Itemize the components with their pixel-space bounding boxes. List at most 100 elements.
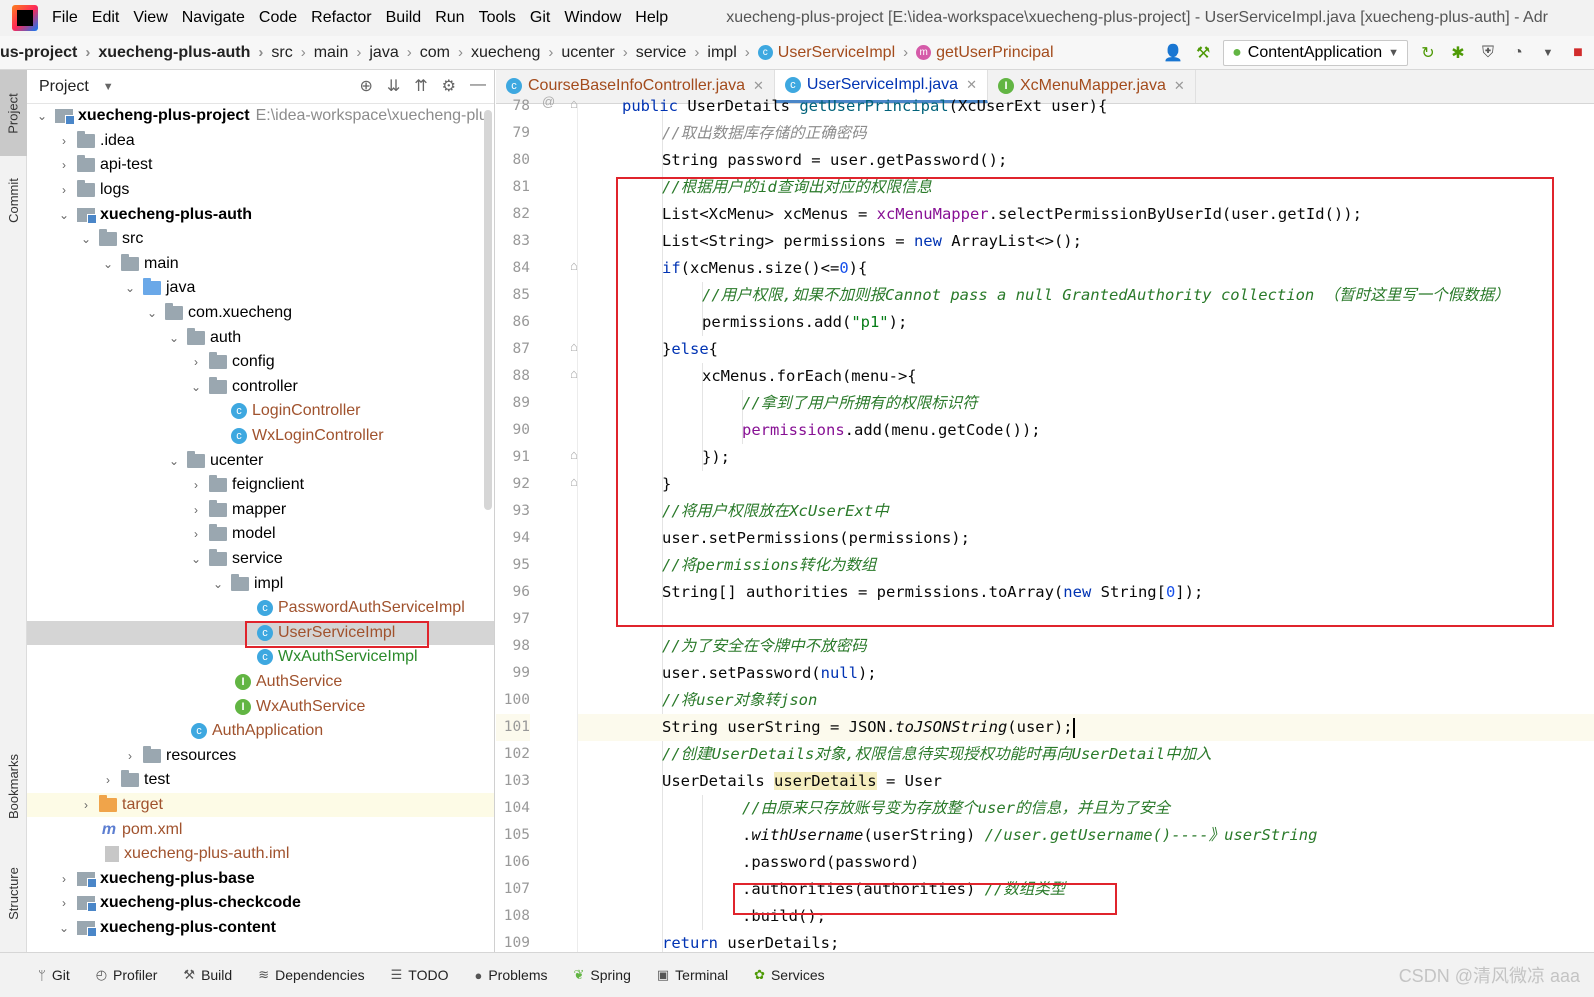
tree-item-test[interactable]: › test <box>27 768 494 793</box>
chevron-right-icon[interactable]: › <box>189 503 203 517</box>
tree-item-ucenter[interactable]: ⌄ ucenter <box>27 448 494 473</box>
chevron-right-icon[interactable]: › <box>57 183 71 197</box>
tree-item-logs[interactable]: › logs <box>27 178 494 203</box>
tree-item-login-controller[interactable]: c LoginController <box>27 399 494 424</box>
chevron-down-icon[interactable]: ⌄ <box>101 257 115 271</box>
commit-tool-tab[interactable]: Commit <box>0 162 27 238</box>
chevron-down-icon[interactable]: ▼ <box>103 81 114 93</box>
code-area[interactable]: public UserDetails getUserPrincipal(XcUs… <box>578 97 1594 952</box>
tree-item-pom-xml[interactable]: m pom.xml <box>27 817 494 842</box>
chevron-down-icon[interactable]: ⌄ <box>189 380 203 394</box>
breadcrumb-main[interactable]: main › <box>314 44 370 62</box>
tree-item-user-service-impl[interactable]: c UserServiceImpl <box>27 620 494 646</box>
close-icon[interactable]: ✕ <box>753 78 764 94</box>
debug-icon[interactable]: ✱ <box>1448 43 1468 63</box>
chevron-right-icon[interactable]: › <box>57 134 71 148</box>
bookmarks-tool-tab[interactable]: Bookmarks <box>0 738 27 834</box>
chevron-right-icon[interactable]: › <box>189 478 203 492</box>
tree-item-idea[interactable]: › .idea <box>27 129 494 154</box>
chevron-down-icon[interactable]: ⌄ <box>167 454 181 468</box>
run-configuration-select[interactable]: ● ContentApplication ▼ <box>1223 40 1408 66</box>
expand-all-icon[interactable]: ⇊ <box>387 76 400 96</box>
menu-navigate[interactable]: Navigate <box>182 9 245 27</box>
tree-item-resources[interactable]: › resources <box>27 744 494 769</box>
project-panel-title[interactable]: Project <box>39 78 89 96</box>
fold-icon[interactable]: ⌂ <box>570 447 578 462</box>
hide-icon[interactable]: — <box>470 76 486 96</box>
more-run-icon[interactable]: ▼ <box>1538 43 1558 63</box>
chevron-right-icon[interactable]: › <box>123 749 137 763</box>
breadcrumb-xuecheng[interactable]: xuecheng › <box>471 44 561 62</box>
fold-icon[interactable]: ⌂ <box>570 366 578 381</box>
tree-item-config[interactable]: › config <box>27 350 494 375</box>
tree-item-mapper[interactable]: › mapper <box>27 498 494 523</box>
chevron-down-icon[interactable]: ⌄ <box>211 577 225 591</box>
breadcrumb-class[interactable]: c UserServiceImpl › <box>757 44 916 62</box>
breadcrumb-src[interactable]: src › <box>271 44 313 62</box>
override-marker-icon[interactable]: @ <box>542 94 555 109</box>
stop-icon[interactable]: ■ <box>1568 43 1588 63</box>
tree-item-project-root[interactable]: ⌄ xuecheng-plus-project E:\idea-workspace… <box>27 104 494 129</box>
tree-item-feignclient[interactable]: › feignclient <box>27 473 494 498</box>
breadcrumb-service[interactable]: service › <box>636 44 708 62</box>
chevron-right-icon[interactable]: › <box>189 527 203 541</box>
tree-item-auth-application[interactable]: c AuthApplication <box>27 719 494 744</box>
fold-icon[interactable]: ⌂ <box>570 258 578 273</box>
collapse-all-icon[interactable]: ⇈ <box>414 76 427 96</box>
chevron-down-icon[interactable]: ⌄ <box>57 208 71 222</box>
tree-item-target[interactable]: › target <box>27 792 494 818</box>
fold-icon[interactable]: ⌂ <box>570 339 578 354</box>
chevron-down-icon[interactable]: ⌄ <box>35 109 49 123</box>
breadcrumb-module[interactable]: xuecheng-plus-auth › <box>98 44 271 62</box>
menu-code[interactable]: Code <box>259 9 297 27</box>
tree-item-base-module[interactable]: › xuecheng-plus-base <box>27 867 494 892</box>
close-icon[interactable]: ✕ <box>966 77 977 93</box>
tree-item-auth[interactable]: ⌄ auth <box>27 325 494 350</box>
menu-help[interactable]: Help <box>635 9 668 27</box>
menu-window[interactable]: Window <box>564 9 621 27</box>
tree-item-wx-login-controller[interactable]: c WxLoginController <box>27 424 494 449</box>
menu-refactor[interactable]: Refactor <box>311 9 371 27</box>
fold-icon[interactable]: ⌂ <box>570 96 578 111</box>
todo-tool-button[interactable]: ☰ TODO <box>391 967 449 983</box>
breadcrumb-com[interactable]: com › <box>420 44 471 62</box>
breadcrumb-method[interactable]: m getUserPrincipal <box>916 44 1054 62</box>
chevron-right-icon[interactable]: › <box>57 896 71 910</box>
tree-item-wx-auth-service[interactable]: I WxAuthService <box>27 694 494 719</box>
rerun-icon[interactable]: ↻ <box>1418 43 1438 63</box>
chevron-down-icon[interactable]: ⌄ <box>167 331 181 345</box>
tree-item-src[interactable]: ⌄ src <box>27 227 494 252</box>
fold-icon[interactable]: ⌂ <box>570 474 578 489</box>
close-icon[interactable]: ✕ <box>1174 78 1185 94</box>
tree-item-com-xuecheng[interactable]: ⌄ com.xuecheng <box>27 301 494 326</box>
chevron-right-icon[interactable]: › <box>57 158 71 172</box>
tree-item-auth-module[interactable]: ⌄ xuecheng-plus-auth <box>27 202 494 227</box>
spring-tool-button[interactable]: ❦ Spring <box>573 967 630 983</box>
tree-item-iml[interactable]: xuecheng-plus-auth.iml <box>27 842 494 867</box>
breadcrumb-impl[interactable]: impl › <box>707 44 757 62</box>
tree-item-auth-service[interactable]: I AuthService <box>27 670 494 695</box>
structure-tool-tab[interactable]: Structure <box>0 850 27 936</box>
services-tool-button[interactable]: ✿ Services <box>754 967 825 983</box>
chevron-down-icon[interactable]: ⌄ <box>145 306 159 320</box>
tree-item-service[interactable]: ⌄ service <box>27 547 494 572</box>
project-tool-tab[interactable]: Project <box>0 70 27 156</box>
tree-item-main[interactable]: ⌄ main <box>27 252 494 277</box>
breadcrumb-project[interactable]: us-project › <box>0 44 98 62</box>
tree-item-content-module[interactable]: ⌄ xuecheng-plus-content <box>27 916 494 941</box>
breadcrumb-java[interactable]: java › <box>369 44 419 62</box>
tree-item-checkcode-module[interactable]: › xuecheng-plus-checkcode <box>27 891 494 916</box>
problems-tool-button[interactable]: ● Problems <box>474 967 547 983</box>
tree-item-controller[interactable]: ⌄ controller <box>27 375 494 400</box>
locate-icon[interactable]: ⊕ <box>359 76 372 96</box>
chevron-down-icon[interactable]: ⌄ <box>79 232 93 246</box>
hammer-build-icon[interactable]: ⚒ <box>1193 43 1213 63</box>
profiler-tool-button[interactable]: ◴ Profiler <box>96 967 158 983</box>
coverage-icon[interactable]: ⛨ <box>1478 43 1498 63</box>
project-scrollbar[interactable] <box>484 110 492 510</box>
user-icon[interactable]: 👤 <box>1163 43 1183 63</box>
menu-tools[interactable]: Tools <box>479 9 516 27</box>
tree-item-java[interactable]: ⌄ java <box>27 276 494 301</box>
tree-item-password-auth-service-impl[interactable]: c PasswordAuthServiceImpl <box>27 596 494 621</box>
gear-icon[interactable]: ⚙ <box>442 76 456 96</box>
